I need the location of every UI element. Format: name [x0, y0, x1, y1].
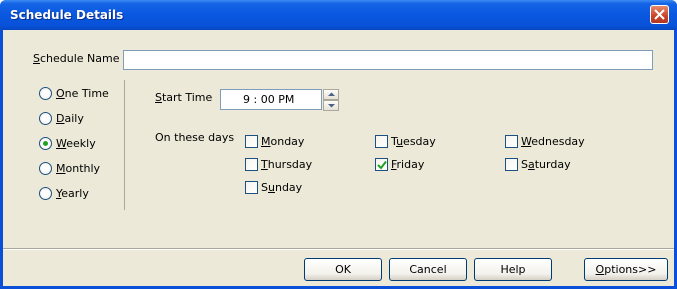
close-icon [654, 9, 665, 20]
spin-up-icon [328, 92, 335, 96]
saturday-label[interactable]: Saturday [521, 158, 571, 171]
radio-one-time-button[interactable] [39, 87, 52, 100]
cancel-button[interactable]: Cancel [389, 258, 467, 281]
options-button[interactable]: Options>> [584, 258, 668, 281]
friday-checkbox[interactable] [375, 158, 388, 171]
start-time-input[interactable]: 9 : 00 PM [220, 89, 322, 110]
close-button[interactable] [650, 5, 669, 24]
saturday-checkbox[interactable] [505, 158, 518, 171]
vertical-divider [124, 80, 125, 210]
options-button-label: Options>> [595, 263, 657, 276]
radio-yearly-button[interactable] [39, 187, 52, 200]
sunday-checkbox[interactable] [245, 181, 258, 194]
horizontal-divider [3, 248, 674, 250]
days-label: On these days [155, 131, 235, 144]
thursday-label[interactable]: Thursday [261, 158, 312, 171]
ok-button[interactable]: OK [304, 258, 382, 281]
tuesday-checkbox[interactable] [375, 135, 388, 148]
start-time-spin-up[interactable] [323, 89, 339, 100]
schedule-details-window: Schedule Details Schedule Name One Time … [0, 0, 677, 289]
start-time-value: 9 : 00 PM [243, 93, 295, 106]
sunday-label[interactable]: Sunday [261, 181, 302, 194]
monday-checkbox[interactable] [245, 135, 258, 148]
wednesday-checkbox[interactable] [505, 135, 518, 148]
schedule-name-label: Schedule Name [33, 52, 120, 65]
radio-weekly-button[interactable] [39, 137, 52, 150]
radio-daily-label[interactable]: Daily [56, 112, 84, 125]
radio-weekly-label[interactable]: Weekly [56, 137, 96, 150]
start-time-label: Start Time [155, 91, 213, 104]
tuesday-label[interactable]: Tuesday [391, 135, 436, 148]
radio-yearly-label[interactable]: Yearly [56, 187, 89, 200]
schedule-name-input[interactable] [123, 50, 653, 70]
dialog-client-area: Schedule Name One Time Daily Weekly Mont… [3, 30, 674, 286]
start-time-spin-down[interactable] [323, 100, 339, 111]
friday-label[interactable]: Friday [391, 158, 424, 171]
cancel-button-label: Cancel [409, 263, 447, 276]
help-button-label: Help [500, 263, 526, 276]
checkmark-icon [377, 160, 387, 170]
radio-daily-button[interactable] [39, 112, 52, 125]
thursday-checkbox[interactable] [245, 158, 258, 171]
monday-label[interactable]: Monday [261, 135, 304, 148]
radio-one-time-label[interactable]: One Time [56, 87, 109, 100]
spin-down-icon [328, 104, 335, 108]
radio-monthly-label[interactable]: Monthly [56, 162, 100, 175]
help-button[interactable]: Help [474, 258, 552, 281]
wednesday-label[interactable]: Wednesday [521, 135, 585, 148]
title-bar[interactable]: Schedule Details [0, 0, 677, 30]
ok-button-label: OK [335, 263, 351, 276]
window-title: Schedule Details [10, 8, 124, 22]
radio-monthly-button[interactable] [39, 162, 52, 175]
